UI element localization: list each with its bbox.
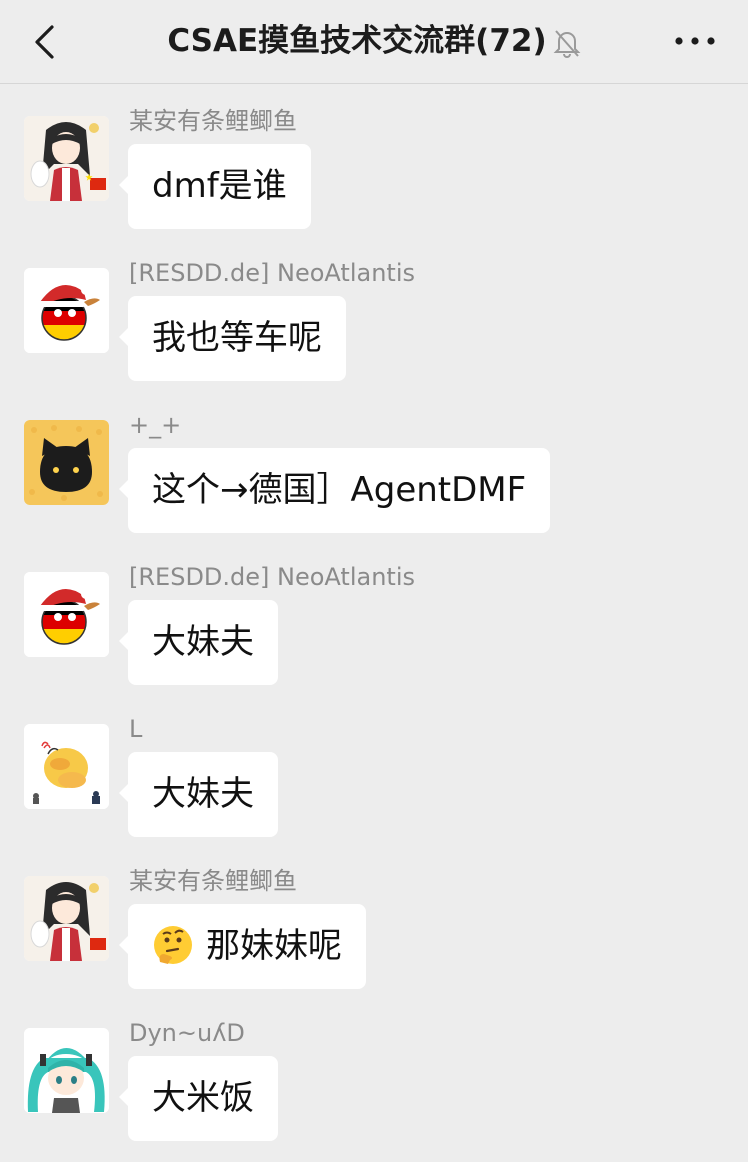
anime-girl-avatar[interactable]	[24, 876, 109, 961]
message-bubble[interactable]: 大妹夫	[119, 752, 278, 837]
message-bubble[interactable]: 这个→德国］AgentDMF	[118, 448, 551, 533]
message-bubble[interactable]: dmf是谁	[119, 144, 311, 229]
psyduck-avatar[interactable]	[24, 724, 109, 809]
germany-ball-avatar[interactable]	[24, 268, 109, 353]
sender-name: +_+	[129, 411, 182, 439]
chat-title: CSAE摸鱼技术交流群(72)	[167, 23, 547, 59]
message-text: 这个→德国］AgentDMF	[152, 470, 527, 510]
miku-avatar[interactable]	[24, 1028, 109, 1113]
message-bubble[interactable]: 那妹妹呢	[119, 904, 366, 989]
more-options-icon[interactable]	[672, 26, 718, 56]
message-text: 大妹夫	[152, 774, 254, 814]
muted-bell-icon	[553, 29, 581, 58]
message-bubble[interactable]: 大米饭	[119, 1056, 278, 1141]
sender-name: L	[129, 715, 143, 743]
germany-ball-avatar[interactable]	[24, 572, 109, 657]
sender-name: [RESDD.de] NeoAtlantis	[129, 563, 415, 591]
message-text: 那妹妹呢	[206, 926, 342, 966]
message-text: 大妹夫	[152, 622, 254, 662]
sender-name: 某安有条鲤鲫鱼	[129, 107, 297, 135]
message-bubble[interactable]: 我也等车呢	[119, 296, 346, 381]
chat-header: CSAE摸鱼技术交流群(72)	[0, 0, 748, 84]
message-bubble[interactable]: 大妹夫	[119, 600, 278, 685]
black-cat-avatar[interactable]	[24, 420, 109, 505]
message-text: 大米饭	[152, 1078, 254, 1118]
anime-girl-avatar[interactable]	[24, 116, 109, 201]
thinking-face-emoji-icon	[154, 925, 192, 964]
chat-title-wrap[interactable]: CSAE摸鱼技术交流群(72)	[0, 20, 748, 62]
sender-name: Dyn~uʎD	[129, 1019, 245, 1047]
sender-name: 某安有条鲤鲫鱼	[129, 867, 297, 895]
sender-name: [RESDD.de] NeoAtlantis	[129, 259, 415, 287]
message-text: dmf是谁	[152, 166, 287, 206]
message-text: 我也等车呢	[152, 318, 322, 358]
